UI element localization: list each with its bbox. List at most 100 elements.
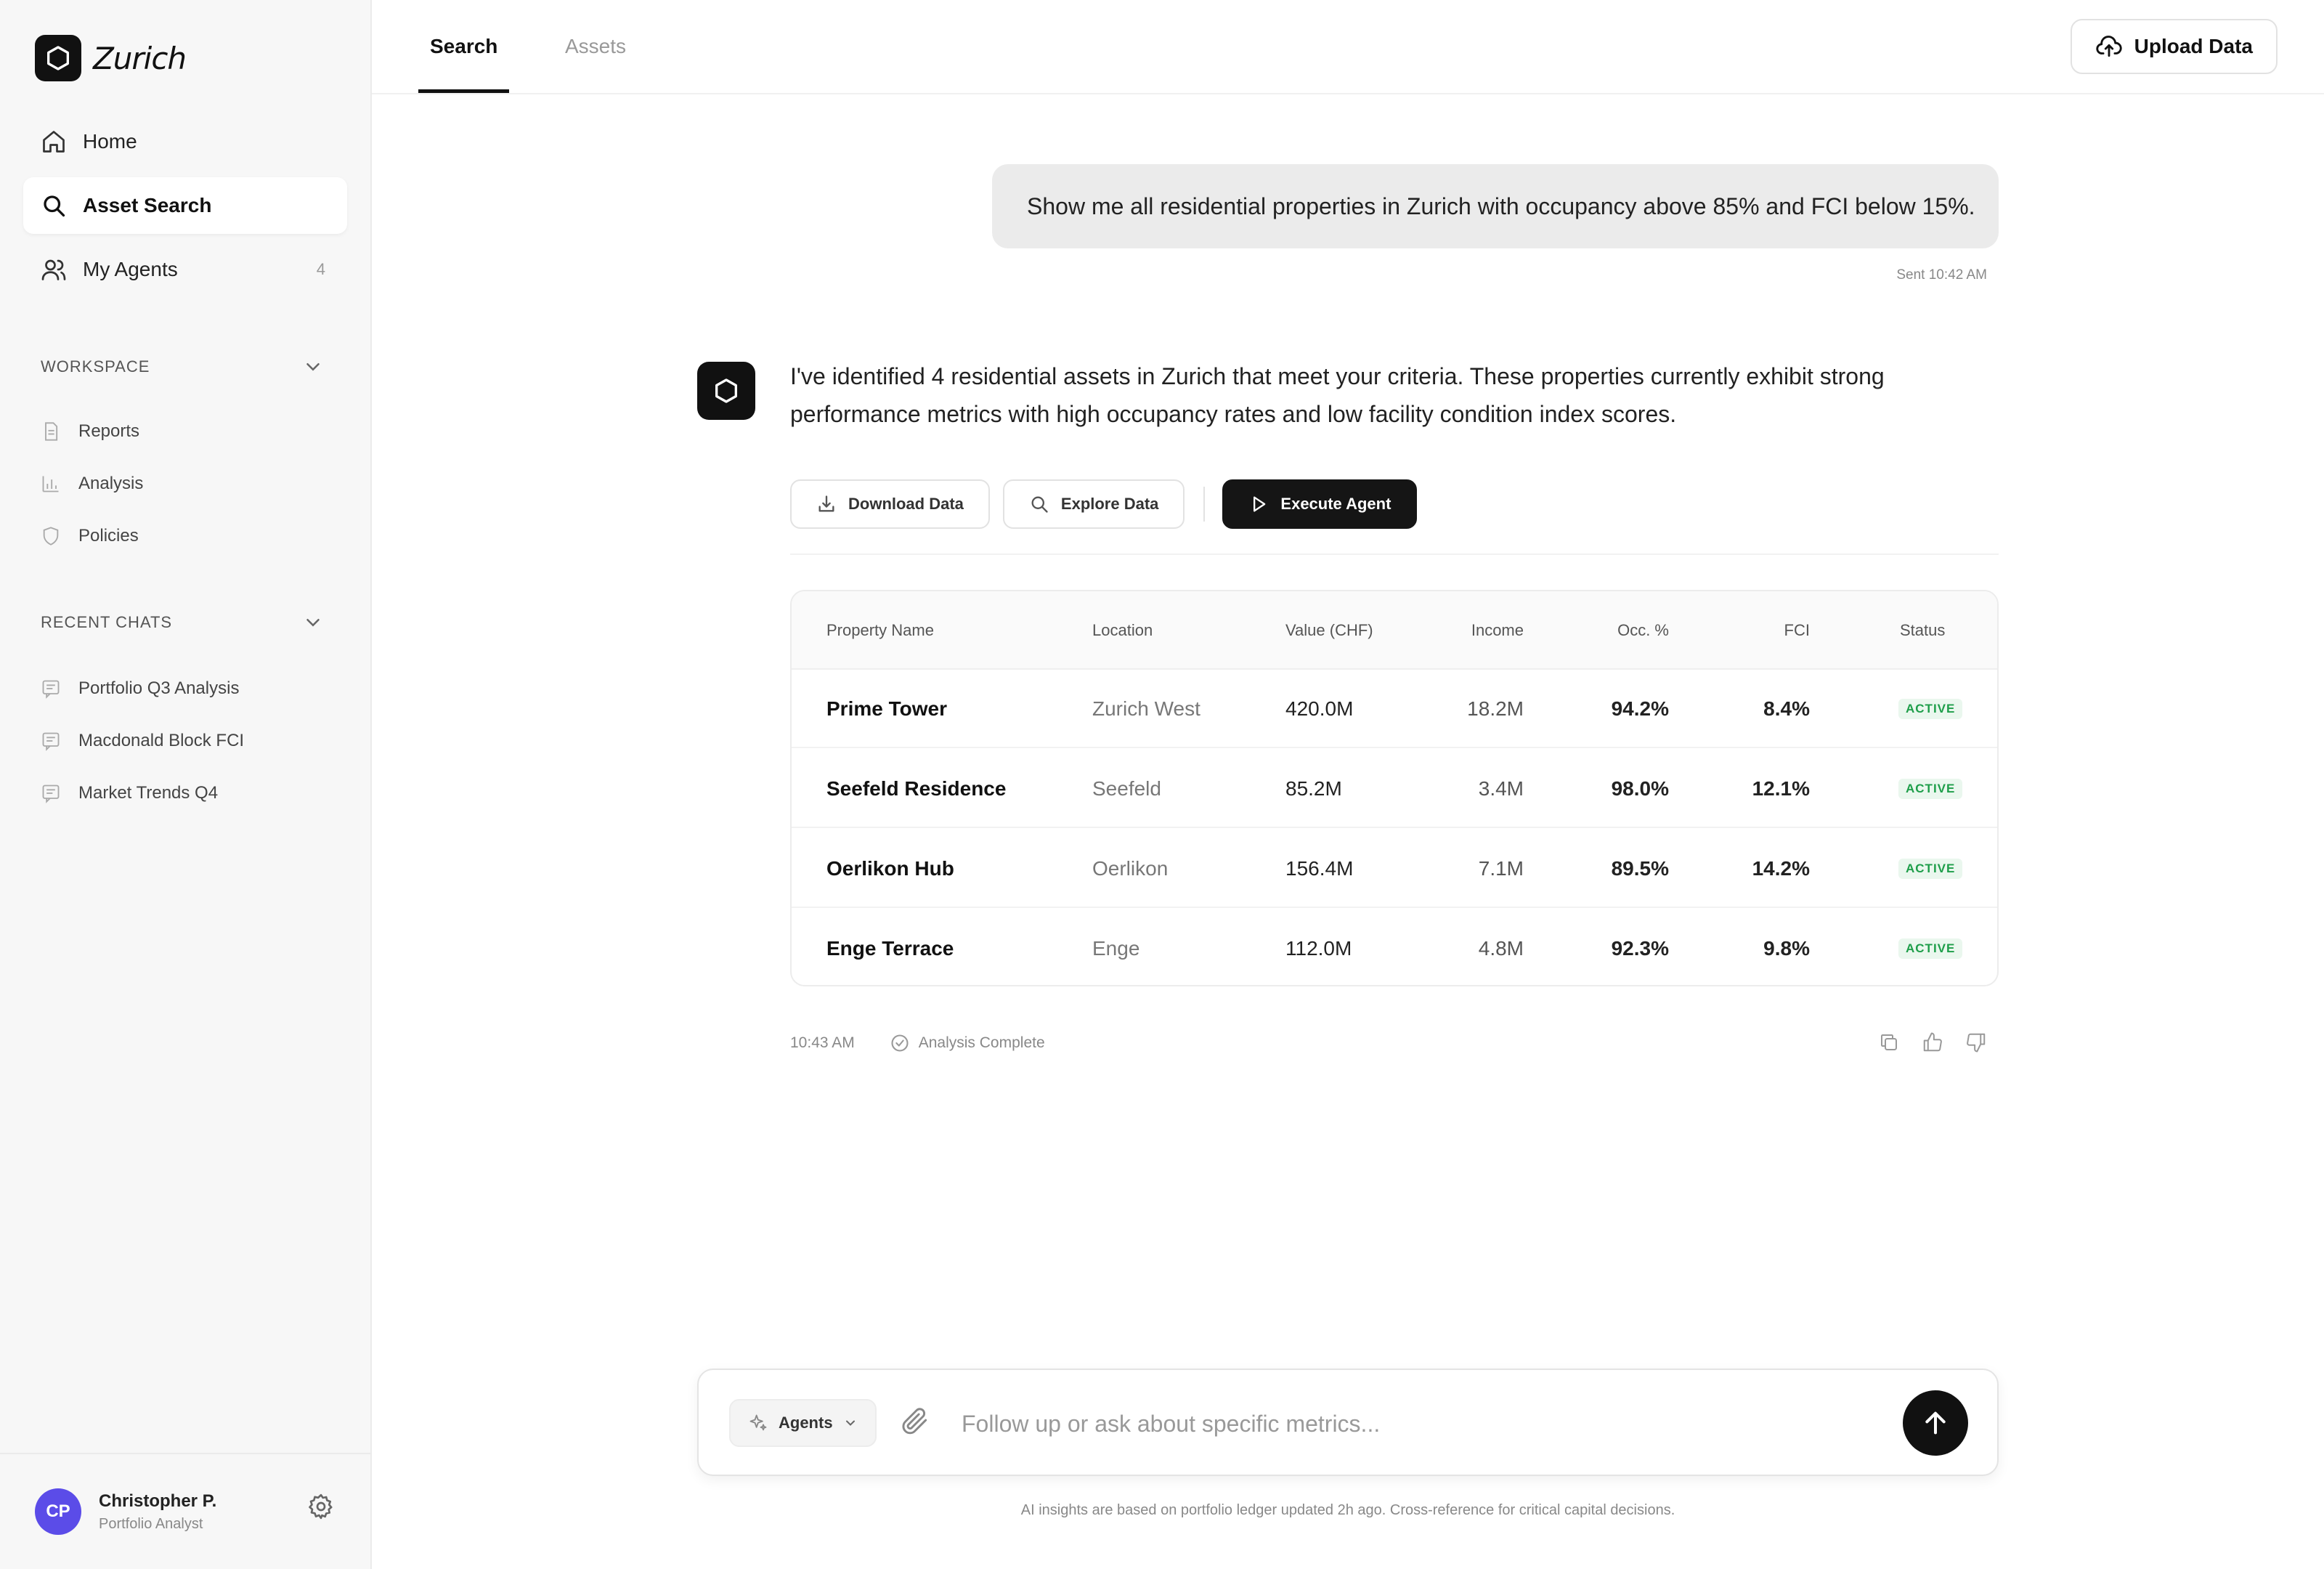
table-row[interactable]: Enge Terrace Enge 112.0M 4.8M 92.3% 9.8%… [792,909,1997,985]
download-data-button[interactable]: Download Data [790,479,990,529]
recent-chat-item[interactable]: Market Trends Q4 [41,767,346,819]
home-icon [41,129,67,155]
ai-disclaimer: AI insights are based on portfolio ledge… [1020,1502,1675,1518]
nav-label: Asset Search [83,194,212,216]
tab-assets[interactable]: Assets [565,0,626,93]
column-header-property-name[interactable]: Property Name [826,591,934,670]
property-location: Oerlikon [1092,857,1169,880]
chat-composer: Agents [697,1369,1999,1476]
column-header-location[interactable]: Location [1092,591,1153,670]
follow-up-input[interactable] [962,1395,1862,1453]
property-location: Zurich West [1092,697,1200,720]
property-fci: 12.1% [1752,777,1810,800]
gear-icon[interactable] [306,1492,336,1521]
column-header-occupancy[interactable]: Occ. % [1617,591,1669,670]
brand[interactable]: Zurich [35,35,187,81]
property-income: 3.4M [1478,777,1524,800]
user-role: Portfolio Analyst [99,1515,203,1532]
property-location: Enge [1092,937,1140,960]
recent-chats-list: Portfolio Q3 Analysis Macdonald Block FC… [41,662,346,819]
chevron-down-icon [843,1416,858,1430]
column-header-income[interactable]: Income [1471,591,1524,670]
chevron-down-icon [302,612,324,633]
column-header-value[interactable]: Value (CHF) [1285,591,1373,670]
table-row[interactable]: Oerlikon Hub Oerlikon 156.4M 7.1M 89.5% … [792,830,1997,908]
workspace-section-toggle[interactable]: WORKSPACE [41,356,324,378]
property-income: 18.2M [1467,697,1524,720]
thumbs-down-icon[interactable] [1965,1031,1987,1053]
chat-icon [41,783,61,803]
tab-search[interactable]: Search [418,0,510,93]
sub-item-label: Market Trends Q4 [78,783,219,803]
workspace-item-policies[interactable]: Policies [41,510,346,562]
search-icon [1029,494,1049,514]
assistant-avatar-icon [697,362,755,420]
status-badge: ACTIVE [1898,699,1963,719]
status-badge: ACTIVE [1898,779,1963,799]
main-nav: Home Asset Search My Agents 4 [23,113,347,305]
execute-agent-button[interactable]: Execute Agent [1222,479,1418,529]
property-income: 4.8M [1478,937,1524,960]
recent-chats-title: RECENT CHATS [41,613,173,631]
search-icon [41,192,67,219]
status-badge: ACTIVE [1898,859,1963,879]
property-occupancy: 94.2% [1611,697,1669,720]
status-cell: ACTIVE [1898,670,1963,748]
workspace-list: Reports Analysis Policies [41,405,346,562]
workspace-title: WORKSPACE [41,357,150,376]
nav-item-asset-search[interactable]: Asset Search [23,177,347,234]
thumbs-up-icon[interactable] [1922,1031,1943,1053]
property-occupancy: 98.0% [1611,777,1669,800]
sparkles-icon [748,1413,768,1433]
user-name: Christopher P. [99,1491,217,1511]
nav-item-home[interactable]: Home [23,113,347,170]
table-row[interactable]: Prime Tower Zurich West 420.0M 18.2M 94.… [792,670,1997,748]
column-header-fci[interactable]: FCI [1784,591,1810,670]
status-cell: ACTIVE [1898,830,1963,908]
table-header: Property Name Location Value (CHF) Incom… [792,591,1997,670]
top-bar: Search Assets Upload Data [372,0,2324,94]
agents-selector[interactable]: Agents [729,1399,877,1447]
analysis-status-label: Analysis Complete [918,1034,1045,1051]
nav-item-my-agents[interactable]: My Agents 4 [23,241,347,298]
user-profile[interactable]: CP Christopher P. Portfolio Analyst [0,1453,370,1569]
divider [790,554,1999,555]
check-circle-icon [890,1033,910,1053]
button-label: Download Data [848,495,964,513]
workspace-item-reports[interactable]: Reports [41,405,346,458]
property-location: Seefeld [1092,777,1161,800]
upload-label: Upload Data [2134,35,2253,57]
chevron-down-icon [302,356,324,378]
copy-icon[interactable] [1878,1031,1900,1053]
property-name: Oerlikon Hub [826,857,954,880]
nav-label: My Agents [83,258,178,280]
tab-label: Assets [565,35,627,57]
sub-item-label: Macdonald Block FCI [78,731,245,750]
results-table: Property Name Location Value (CHF) Incom… [790,590,1999,986]
paperclip-icon[interactable] [899,1405,931,1437]
reply-meta: 10:43 AM Analysis Complete [790,1033,1045,1053]
user-message-bubble: Show me all residential properties in Zu… [992,164,1999,248]
recent-chat-item[interactable]: Macdonald Block FCI [41,715,346,767]
agents-count-badge: 4 [316,260,325,278]
document-icon [41,421,61,442]
table-row[interactable]: Seefeld Residence Seefeld 85.2M 3.4M 98.… [792,750,1997,828]
sub-item-label: Policies [78,526,139,546]
explore-data-button[interactable]: Explore Data [1002,479,1185,529]
send-button[interactable] [1903,1390,1968,1456]
recent-chat-item[interactable]: Portfolio Q3 Analysis [41,662,346,715]
sidebar: Zurich Home Asset Search My Agents 4 WOR… [0,0,372,1569]
recent-chats-section-toggle[interactable]: RECENT CHATS [41,612,324,633]
sent-timestamp: Sent 10:42 AM [1896,267,1987,283]
avatar: CP [35,1488,81,1535]
property-income: 7.1M [1478,857,1524,880]
property-occupancy: 92.3% [1611,937,1669,960]
sub-item-label: Analysis [78,474,144,493]
workspace-item-analysis[interactable]: Analysis [41,458,346,510]
upload-data-button[interactable]: Upload Data [2070,19,2278,74]
property-name: Prime Tower [826,697,947,720]
column-header-status[interactable]: Status [1900,591,1945,670]
button-label: Execute Agent [1280,495,1391,513]
chat-icon [41,731,61,751]
property-fci: 9.8% [1763,937,1810,960]
